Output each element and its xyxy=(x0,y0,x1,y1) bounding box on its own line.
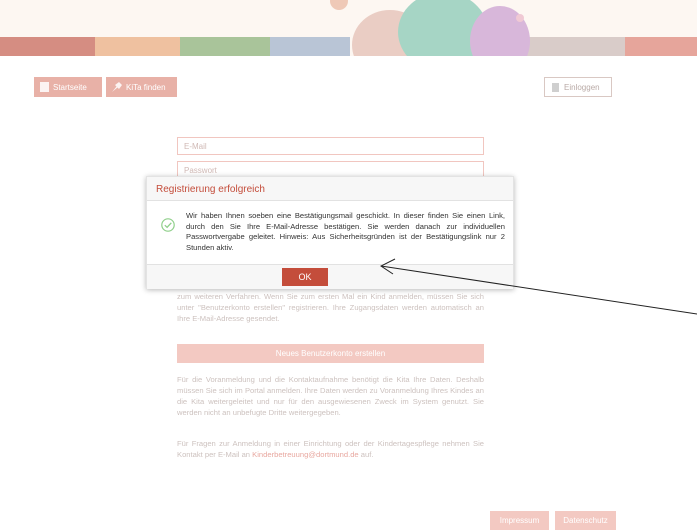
annotation-arrow xyxy=(380,258,697,315)
